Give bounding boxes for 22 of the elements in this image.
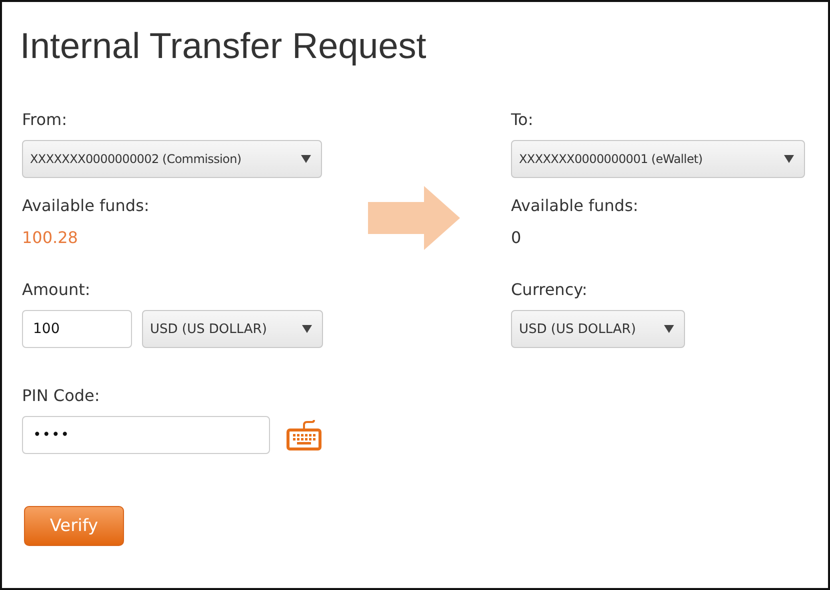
caret-icon — [301, 155, 311, 163]
available-funds-value: 100.28 — [22, 228, 78, 248]
from-label: From: — [22, 110, 68, 130]
page-title: Internal Transfer Request — [20, 24, 426, 68]
pin-code-label: PIN Code: — [22, 386, 100, 406]
amount-field[interactable]: 100 — [22, 310, 132, 348]
caret-icon — [302, 325, 312, 333]
amount-label: Amount: — [22, 280, 90, 300]
currency-label: Currency: — [511, 280, 588, 300]
to-label: To: — [511, 110, 534, 130]
to-account-dropdown[interactable]: XXXXXXX0000000001 (eWallet) — [511, 140, 805, 178]
available-funds-label: Available funds: — [22, 196, 150, 216]
caret-icon — [784, 155, 794, 163]
available-funds-value: 0 — [511, 228, 522, 248]
currency-dropdown[interactable]: USD (US DOLLAR) — [142, 310, 323, 348]
pin-code-field[interactable]: •••• — [22, 416, 270, 454]
available-funds-label: Available funds: — [511, 196, 638, 216]
arrow-icon — [368, 186, 460, 250]
keyboard-icon[interactable] — [286, 419, 322, 451]
currency-dropdown[interactable]: USD (US DOLLAR) — [511, 310, 685, 348]
caret-icon — [664, 325, 674, 333]
from-account-dropdown[interactable]: XXXXXXX0000000002 (Commission) — [22, 140, 322, 178]
